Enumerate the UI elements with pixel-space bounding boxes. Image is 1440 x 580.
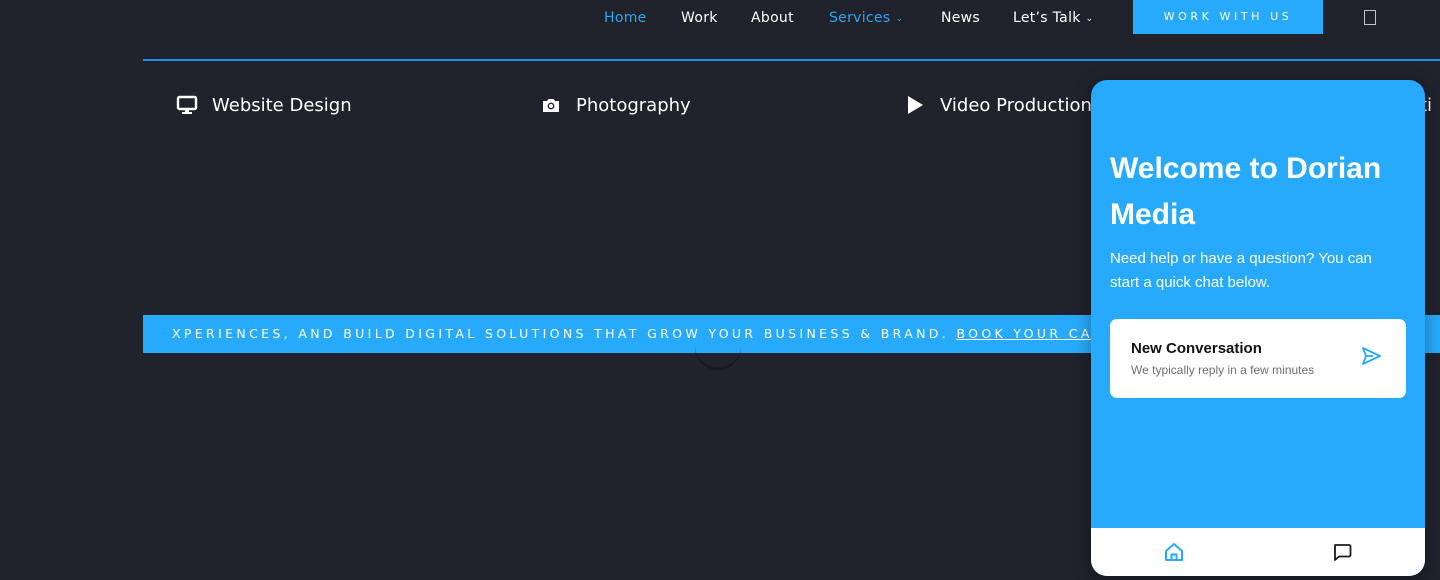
chevron-down-icon: ⌄ (1085, 14, 1094, 24)
chevron-down-icon: ⌄ (895, 14, 904, 24)
conversation-note: We typically reply in a few minutes (1131, 363, 1315, 377)
nav-services[interactable]: Services ⌄ (829, 9, 903, 29)
nav-news[interactable]: News (941, 9, 980, 29)
ticker-message: XPERIENCES, AND BUILD DIGITAL SOLUTIONS … (172, 326, 957, 341)
work-with-us-button[interactable]: WORK WITH US (1133, 0, 1323, 34)
square-outline-icon[interactable] (1364, 10, 1376, 25)
ticker-text: XPERIENCES, AND BUILD DIGITAL SOLUTIONS … (172, 326, 1207, 341)
service-label: Website Design (212, 94, 352, 116)
loading-spinner (695, 336, 741, 370)
service-label: Photography (576, 94, 691, 116)
monitor-icon (176, 94, 198, 116)
nav-work-label: Work (681, 10, 718, 26)
service-photography[interactable]: Photography (540, 92, 691, 118)
send-icon (1360, 345, 1382, 367)
home-icon[interactable] (1163, 541, 1185, 563)
nav-services-label: Services (829, 10, 891, 26)
camera-icon (540, 94, 562, 116)
message-icon[interactable] (1331, 541, 1353, 563)
nav-about[interactable]: About (751, 9, 794, 29)
nav-about-label: About (751, 10, 794, 26)
page: Home Work About Services ⌄ News Let’s Tal… (0, 0, 1440, 580)
nav-lets-talk-label: Let’s Talk (1013, 10, 1081, 26)
nav-home[interactable]: Home (604, 9, 647, 29)
service-label: Video Production (940, 94, 1092, 116)
chat-widget: Welcome to Dorian Media Need help or hav… (1091, 80, 1425, 576)
conversation-title: New Conversation (1131, 340, 1262, 357)
service-video-production[interactable]: Video Production (904, 92, 1092, 118)
chat-footer (1091, 528, 1425, 576)
play-icon (904, 94, 926, 116)
nav-work[interactable]: Work (681, 9, 718, 29)
chat-subtitle: Need help or have a question? You can st… (1110, 250, 1372, 291)
chat-title: Welcome to Dorian Media (1110, 152, 1382, 231)
new-conversation-button[interactable]: New Conversation We typically reply in a… (1110, 319, 1406, 398)
nav-home-label: Home (604, 10, 647, 26)
top-nav: Home Work About Services ⌄ News Let’s Tal… (0, 0, 1440, 36)
nav-news-label: News (941, 10, 981, 26)
nav-divider (143, 59, 1440, 61)
nav-lets-talk[interactable]: Let’s Talk ⌄ (1013, 9, 1094, 29)
service-website-design[interactable]: Website Design (176, 92, 352, 118)
